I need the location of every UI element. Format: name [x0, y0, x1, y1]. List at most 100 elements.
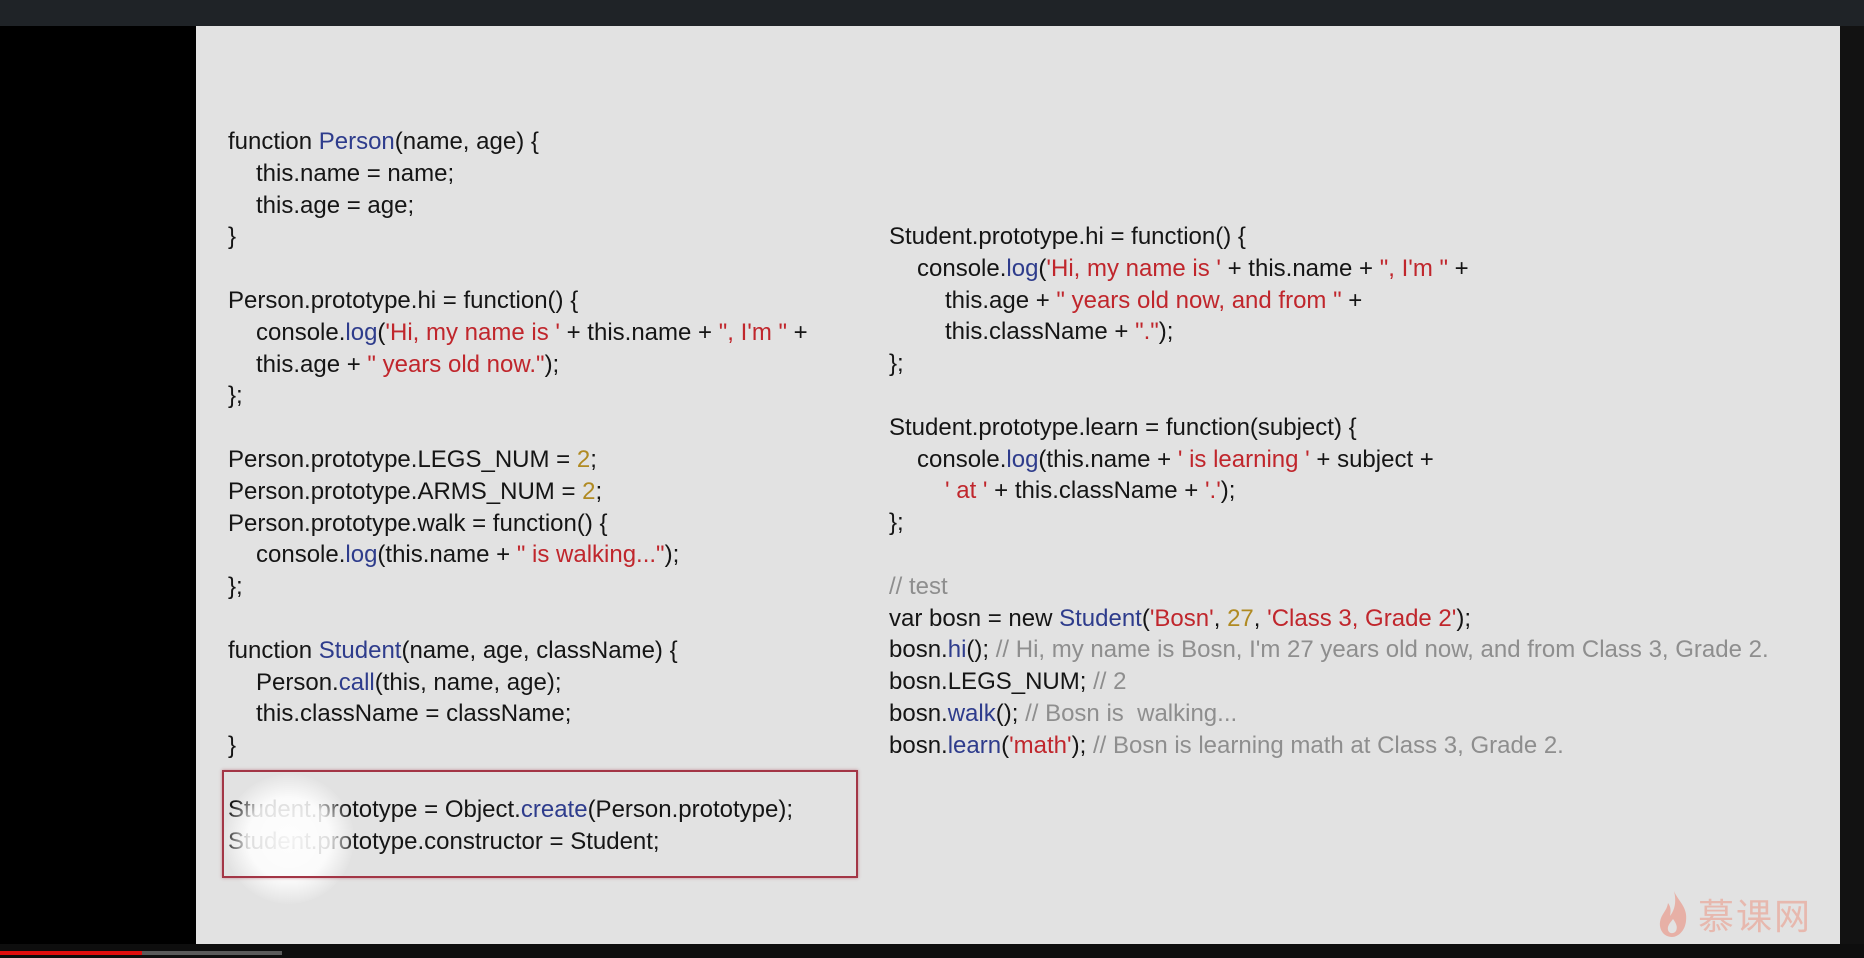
code-line: this.className + "."); — [889, 316, 1769, 348]
code-token: 'Hi, my name is ' — [385, 318, 560, 346]
code-line: }; — [889, 348, 1769, 380]
code-line: console.log(this.name + ' is learning ' … — [889, 444, 1769, 476]
code-line: this.name = name; — [228, 158, 808, 190]
video-letterbox-left — [0, 26, 196, 944]
code-token: // 2 — [1093, 668, 1127, 696]
code-line: var bosn = new Student('Bosn', 27, 'Clas… — [889, 603, 1769, 635]
code-token: ", I'm " — [1379, 254, 1449, 282]
code-token: log — [345, 541, 378, 569]
code-token: // Bosn is walking... — [1025, 699, 1238, 727]
code-block-left: function Person(name, age) {this.name = … — [228, 126, 808, 857]
code-token: console. — [917, 254, 1007, 282]
code-token: var bosn = new — [889, 604, 1060, 632]
code-token: call — [338, 668, 375, 696]
code-token: (this.name + — [1038, 445, 1178, 473]
code-token: '.' — [1204, 477, 1221, 505]
code-token: , — [1253, 604, 1268, 632]
code-token: Student — [1059, 604, 1142, 632]
code-line: }; — [228, 571, 808, 603]
code-token: bosn. — [889, 699, 948, 727]
video-progress-bar[interactable] — [0, 951, 142, 955]
code-line: bosn.hi(); // Hi, my name is Bosn, I'm 2… — [889, 634, 1769, 666]
code-token: (); — [966, 636, 996, 664]
code-token: ); — [544, 350, 560, 378]
code-line: console.log('Hi, my name is ' + this.nam… — [889, 253, 1769, 285]
code-token: 2 — [576, 445, 591, 473]
code-token: console. — [256, 318, 346, 346]
code-token: 'Hi, my name is ' — [1046, 254, 1221, 282]
code-token: 27 — [1227, 604, 1254, 632]
code-token: ); — [664, 541, 680, 569]
code-token: + subject + — [1309, 445, 1434, 473]
code-line: } — [228, 730, 808, 762]
code-token: }; — [889, 509, 904, 537]
code-token: log — [345, 318, 378, 346]
code-line: bosn.walk(); // Bosn is walking... — [889, 698, 1769, 730]
code-token: + — [1341, 286, 1363, 314]
code-line: Person.call(this, name, age); — [228, 667, 808, 699]
slide-canvas: function Person(name, age) {this.name = … — [196, 26, 1840, 944]
code-line: function Student(name, age, className) { — [228, 635, 808, 667]
code-token: // test — [889, 572, 948, 600]
code-line: } — [228, 221, 808, 253]
code-token: (name, age) { — [394, 128, 539, 155]
code-token: log — [1006, 254, 1039, 282]
code-token: ' is learning ' — [1177, 445, 1310, 473]
code-token: bosn.LEGS_NUM; — [889, 668, 1094, 696]
code-token: ' at ' — [945, 477, 988, 505]
code-token: // Hi, my name is Bosn, I'm 27 years old… — [995, 636, 1769, 664]
code-line: Person.prototype.hi = function() { — [228, 285, 808, 317]
code-token: Student.prototype.hi = function() { — [889, 223, 1246, 250]
code-token: Student.prototype.learn = function(subje… — [889, 413, 1357, 441]
code-line: this.age + " years old now."); — [228, 349, 808, 381]
code-line: Student.prototype.hi = function() { — [889, 221, 1769, 253]
code-token: ", I'm " — [718, 318, 788, 346]
code-line: console.log(this.name + " is walking..."… — [228, 539, 808, 571]
code-token: function — [228, 636, 319, 664]
code-line: console.log('Hi, my name is ' + this.nam… — [228, 317, 808, 349]
code-token: bosn. — [889, 636, 948, 664]
code-token: bosn. — [889, 731, 948, 759]
code-token: " years old now, and from " — [1056, 286, 1342, 314]
code-token: (this, name, age); — [374, 668, 562, 696]
code-line: bosn.learn('math'); // Bosn is learning … — [889, 730, 1769, 762]
code-block-right: Student.prototype.hi = function() { conso… — [889, 221, 1769, 762]
logo-text: 慕课网 — [1698, 897, 1813, 938]
code-token: ( — [1001, 731, 1010, 759]
video-buffer-bar — [142, 951, 282, 955]
code-line: Person.prototype.LEGS_NUM = 2; — [228, 444, 808, 476]
video-letterbox-right — [1840, 26, 1864, 944]
code-line: this.age = age; — [228, 190, 808, 222]
code-token: + this.className + — [987, 477, 1205, 505]
code-line: this.age + " years old now, and from " + — [889, 285, 1769, 317]
code-token: Person. — [256, 668, 339, 696]
code-token: + — [787, 318, 808, 346]
code-token: } — [228, 223, 237, 251]
code-token: Person.prototype.walk = function() { — [228, 509, 608, 537]
code-line: Person.prototype.ARMS_NUM = 2; — [228, 476, 808, 508]
code-token: console. — [917, 445, 1007, 473]
code-line: this.className = className; — [228, 698, 808, 730]
code-token: log — [1006, 445, 1039, 473]
code-token: ( — [1141, 604, 1150, 632]
code-line: bosn.LEGS_NUM; // 2 — [889, 666, 1769, 698]
code-token: hi — [947, 636, 967, 664]
code-line: Person.prototype.walk = function() { — [228, 508, 808, 540]
code-token: } — [228, 732, 237, 760]
code-token: 'Class 3, Grade 2' — [1267, 604, 1457, 632]
code-token: ); — [1158, 318, 1174, 346]
code-token: " years old now." — [367, 350, 545, 378]
code-line: }; — [228, 380, 808, 412]
code-token: this.className + — [945, 318, 1136, 346]
code-token: console. — [256, 541, 346, 569]
code-token: (name, age, className) { — [401, 636, 678, 664]
code-token: learn — [947, 731, 1002, 759]
code-line: function Person(name, age) { — [228, 126, 808, 158]
code-token: 'math' — [1009, 731, 1072, 759]
code-token: this.age + — [945, 286, 1057, 314]
code-token: }; — [228, 573, 243, 601]
code-token: ); — [1071, 731, 1093, 759]
code-token: this.className = className; — [256, 700, 572, 728]
code-token: Person — [318, 128, 395, 155]
